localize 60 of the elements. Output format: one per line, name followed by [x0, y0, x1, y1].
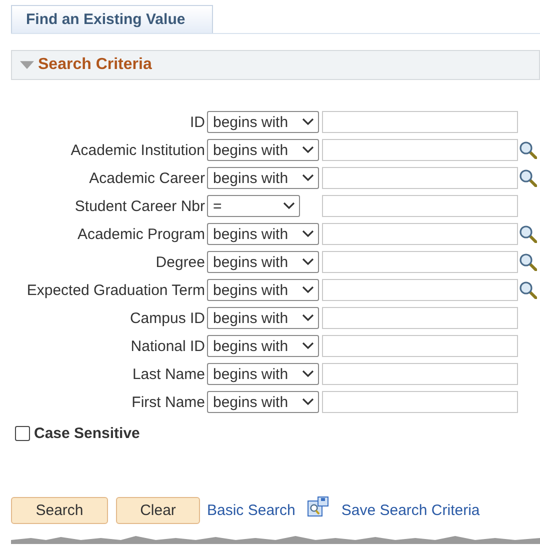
field-label: ID	[190, 114, 205, 130]
operator-dropdown[interactable]: begins with	[207, 335, 319, 357]
section-header[interactable]: Search Criteria	[11, 50, 540, 80]
basic-search-link[interactable]: Basic Search	[207, 502, 296, 519]
operator-dropdown[interactable]: begins with	[207, 223, 319, 245]
caret-icon	[283, 202, 295, 210]
caret-icon	[302, 146, 314, 154]
checkbox-label: Case Sensitive	[34, 425, 140, 442]
input-field[interactable]	[322, 391, 518, 413]
search-icon[interactable]	[519, 281, 537, 299]
caret-icon	[302, 174, 314, 182]
caret-icon	[302, 314, 314, 322]
operator-dropdown[interactable]: begins with	[207, 391, 319, 413]
field-label: Academic Institution	[70, 142, 205, 158]
operator-dropdown[interactable]: begins with	[207, 111, 319, 133]
field-label: Student Career Nbr	[74, 198, 205, 214]
field-label: Academic Program	[77, 226, 205, 242]
operator-dropdown[interactable]: begins with	[207, 251, 319, 273]
operator-dropdown[interactable]: begins with	[207, 363, 319, 385]
checkbox[interactable]	[15, 426, 30, 441]
field-label: National ID	[130, 338, 205, 354]
search-icon[interactable]	[519, 253, 537, 271]
operator-dropdown[interactable]: begins with	[207, 139, 319, 161]
field-label: First Name	[132, 394, 205, 410]
save-search-icon[interactable]	[307, 496, 330, 518]
operator-dropdown[interactable]: begins with	[207, 167, 319, 189]
search-icon[interactable]	[519, 141, 537, 159]
clear-button[interactable]: Clear	[116, 497, 200, 524]
input-field[interactable]	[322, 307, 518, 329]
field-label: Academic Career	[89, 170, 205, 186]
input-field[interactable]	[322, 363, 518, 385]
caret-icon	[302, 398, 314, 406]
input-field[interactable]	[322, 223, 518, 245]
caret-icon	[302, 370, 314, 378]
input-field[interactable]	[322, 167, 518, 189]
input-field[interactable]	[322, 111, 518, 133]
operator-dropdown[interactable]: begins with	[207, 279, 319, 301]
field-label: Expected Graduation Term	[26, 282, 205, 298]
input-field[interactable]	[322, 279, 518, 301]
operator-dropdown[interactable]: begins with	[207, 307, 319, 329]
caret-icon	[302, 286, 314, 294]
save-search-criteria-link[interactable]: Save Search Criteria	[341, 502, 480, 519]
input-field[interactable]	[322, 251, 518, 273]
input-field[interactable]	[322, 195, 518, 217]
input-field[interactable]	[322, 335, 518, 357]
field-label: Last Name	[132, 366, 205, 382]
tab[interactable]: Find an Existing Value	[11, 5, 213, 33]
caret-icon	[302, 118, 314, 126]
search-icon[interactable]	[519, 169, 537, 187]
input-field[interactable]	[322, 139, 518, 161]
section-title: Search Criteria	[38, 56, 152, 74]
field-label: Degree	[156, 254, 205, 270]
search-icon[interactable]	[519, 225, 537, 243]
collapse-triangle-icon	[20, 60, 34, 70]
caret-icon	[302, 230, 314, 238]
search-button[interactable]: Search	[11, 497, 108, 524]
caret-icon	[302, 258, 314, 266]
caret-icon	[302, 342, 314, 350]
operator-dropdown[interactable]: =	[207, 195, 300, 217]
field-label: Campus ID	[130, 310, 205, 326]
